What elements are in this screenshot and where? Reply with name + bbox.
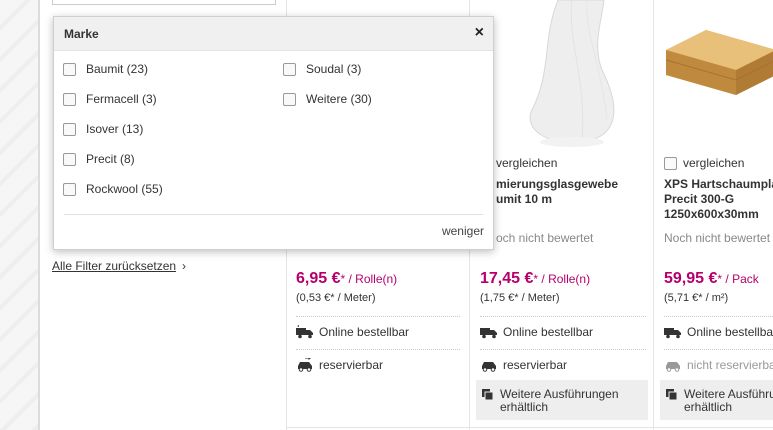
checkbox[interactable] — [63, 92, 76, 106]
online-availability: Online bestellbar — [480, 325, 593, 339]
option-label: Isover (13) — [86, 122, 144, 136]
product-price: 59,95 €* / Pack — [664, 270, 759, 288]
product-rating: och nicht bewertet — [496, 231, 594, 245]
price-unit: * / Rolle(n) — [340, 272, 398, 286]
checkbox[interactable] — [283, 62, 296, 76]
product-title[interactable]: XPS Hartschaumpla Precit 300-G 1250x600x… — [664, 177, 773, 222]
truck-icon — [296, 325, 313, 339]
option-label: Precit (8) — [86, 152, 135, 166]
product-price: 17,45 €* / Rolle(n) — [480, 270, 590, 288]
price-unit: * / Pack — [717, 272, 759, 286]
availability-label: reservierbar — [503, 358, 568, 372]
truck-icon — [664, 328, 681, 339]
checkbox[interactable] — [63, 152, 76, 166]
brand-option[interactable]: Baumit (23) — [63, 62, 148, 76]
product-rating: Noch nicht bewertet — [664, 231, 771, 245]
column-divider — [653, 0, 654, 430]
compare-label: vergleichen — [683, 156, 745, 170]
divider — [664, 349, 773, 350]
car-icon — [666, 362, 680, 372]
online-availability: Online bestellbar — [664, 325, 773, 339]
brand-option[interactable]: Precit (8) — [63, 152, 135, 166]
variants-label: erhältlich — [684, 400, 733, 414]
option-label: Rockwool (55) — [86, 182, 163, 196]
base-price: (1,75 €* / Meter) — [480, 292, 560, 304]
price-amount: 6,95 € — [296, 270, 341, 287]
checkbox[interactable] — [283, 92, 296, 106]
title-line: Precit 300-G — [664, 192, 735, 206]
variants-icon — [482, 389, 494, 400]
product-image — [666, 30, 773, 95]
page-background-left — [0, 0, 38, 430]
reset-filters-link[interactable]: Alle Filter zurücksetzen — [52, 259, 176, 273]
checkbox[interactable] — [63, 62, 76, 76]
more-variants-button[interactable]: Weitere Ausführun erhältlich — [660, 380, 773, 420]
sidebar-border — [38, 0, 40, 430]
brand-option[interactable]: Fermacell (3) — [63, 92, 157, 106]
brand-option[interactable]: Rockwool (55) — [63, 182, 163, 196]
product-image — [529, 0, 615, 147]
divider — [296, 316, 460, 317]
truck-icon — [480, 328, 497, 339]
compare-label: vergleichen — [496, 156, 558, 170]
decorative-stripes — [0, 0, 38, 430]
option-label: Weitere (30) — [306, 92, 372, 106]
more-variants-button[interactable]: Weitere Ausführungen erhältlich — [476, 380, 648, 420]
checkbox[interactable] — [63, 182, 76, 196]
product-title[interactable]: mierungsglasgewebe umit 10 m — [496, 177, 618, 207]
car-icon — [482, 362, 496, 372]
divider — [480, 349, 646, 350]
availability-label: reservierbar — [319, 358, 384, 372]
availability-label: Online bestellbar — [503, 325, 594, 339]
base-price: (0,53 €* / Meter) — [296, 292, 376, 304]
chevron-right-icon: › — [182, 259, 186, 273]
product-card: vergleichen XPS Hartschaumpla Precit 300… — [660, 0, 773, 430]
option-label: Soudal (3) — [306, 62, 362, 76]
popup-divider — [64, 214, 483, 215]
divider — [480, 316, 646, 317]
compare-checkbox[interactable]: vergleichen — [496, 156, 557, 170]
product-price: 6,95 €* / Rolle(n) — [296, 270, 397, 288]
reserve-availability: reservierbar — [296, 358, 383, 372]
online-availability: Online bestellbar — [296, 325, 409, 339]
availability-label: nicht reservierbar — [687, 358, 773, 372]
product-card: vergleichen mierungsglasgewebe umit 10 m… — [476, 0, 648, 430]
car-icon — [298, 358, 312, 372]
divider — [664, 316, 773, 317]
base-price: (5,71 €* / m²) — [664, 292, 729, 304]
price-unit: * / Rolle(n) — [533, 272, 591, 286]
variants-label: erhältlich — [500, 400, 549, 414]
compare-checkbox[interactable]: vergleichen — [664, 156, 744, 170]
close-icon[interactable]: × — [475, 24, 484, 42]
popup-header: Marke × — [54, 17, 493, 51]
checkbox[interactable] — [664, 156, 677, 170]
sidebar-field-bottom — [52, 0, 276, 5]
title-line: umit 10 m — [496, 192, 553, 206]
popup-title: Marke — [64, 27, 99, 41]
brand-option[interactable]: Isover (13) — [63, 122, 143, 136]
show-less-link[interactable]: weniger — [442, 224, 484, 238]
brand-option[interactable]: Soudal (3) — [283, 62, 361, 76]
availability-label: Online bestellbar — [687, 325, 773, 339]
price-amount: 59,95 € — [664, 270, 718, 287]
reserve-availability: reservierbar — [480, 358, 567, 372]
reserve-availability: nicht reservierbar — [664, 358, 773, 372]
brand-option[interactable]: Weitere (30) — [283, 92, 372, 106]
brand-filter-popup: Marke × Baumit (23) Fermacell (3) Isover… — [53, 16, 494, 250]
price-amount: 17,45 € — [480, 270, 534, 287]
divider — [296, 349, 460, 350]
option-label: Fermacell (3) — [86, 92, 157, 106]
variants-icon — [666, 389, 678, 400]
title-line: mierungsglasgewebe — [496, 177, 619, 191]
title-line: 1250x600x30mm — [664, 207, 759, 221]
option-label: Baumit (23) — [86, 62, 149, 76]
title-line: XPS Hartschaumpla — [664, 177, 773, 191]
availability-label: Online bestellbar — [319, 325, 410, 339]
checkbox[interactable] — [63, 122, 76, 136]
